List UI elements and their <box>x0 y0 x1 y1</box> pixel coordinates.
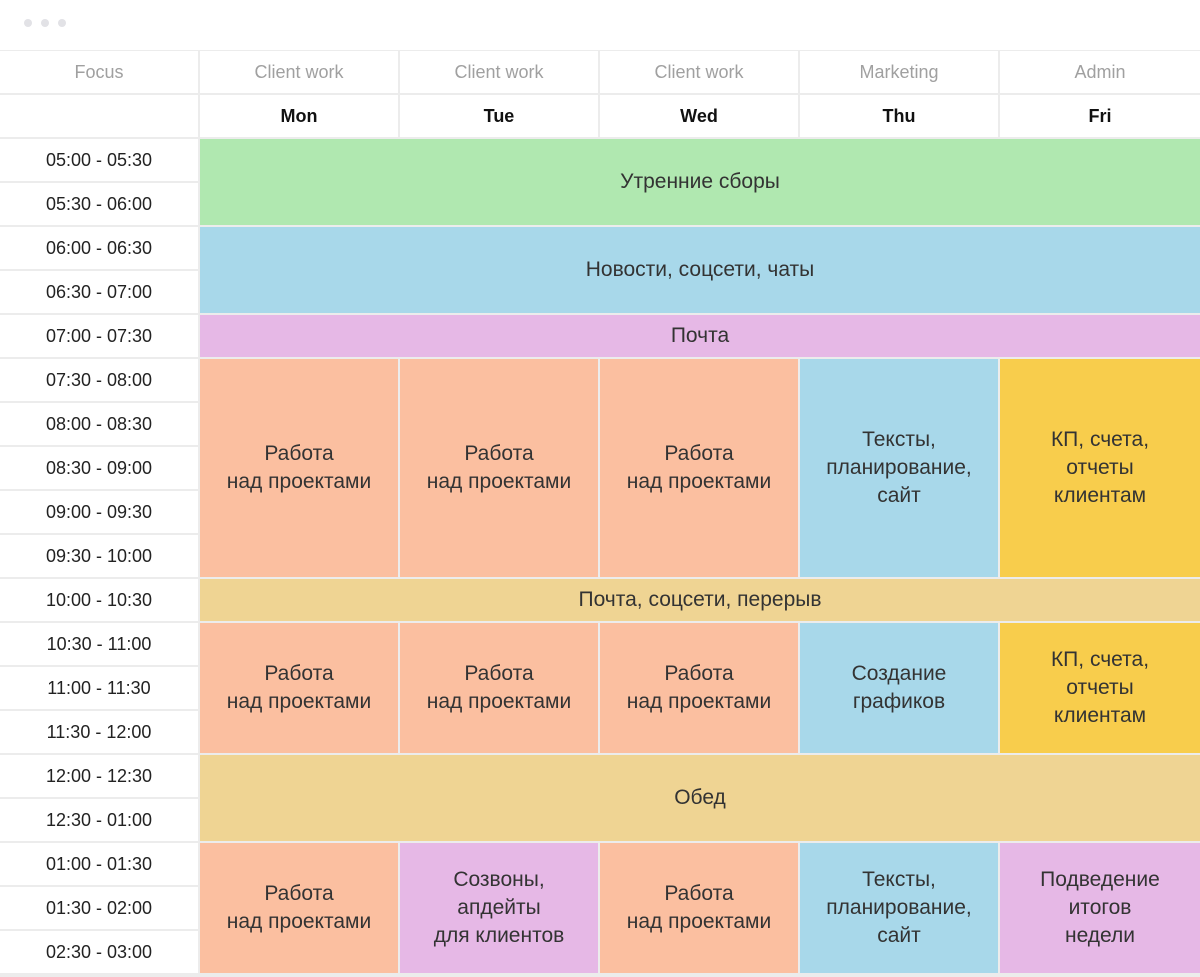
day-header-fri: Fri <box>1000 95 1200 137</box>
time-slot-label: 05:30 - 06:00 <box>0 183 198 225</box>
schedule-block[interactable]: Почта <box>200 315 1200 357</box>
time-slot-label: 09:30 - 10:00 <box>0 535 198 577</box>
schedule-block[interactable]: Работа над проектами <box>600 359 798 577</box>
schedule-block[interactable]: Почта, соцсети, перерыв <box>200 579 1200 621</box>
schedule-block[interactable]: Обед <box>200 755 1200 841</box>
schedule-block[interactable]: Создание графиков <box>800 623 998 753</box>
focus-header-wed: Client work <box>600 51 798 93</box>
schedule-block[interactable]: Работа над проектами <box>400 359 598 577</box>
window-dot-icon <box>24 19 32 27</box>
window-dot-icon <box>58 19 66 27</box>
schedule-block[interactable]: Новости, соцсети, чаты <box>200 227 1200 313</box>
day-header-mon: Mon <box>200 95 398 137</box>
focus-header-fri: Admin <box>1000 51 1200 93</box>
day-header-thu: Thu <box>800 95 998 137</box>
window-dot-icon <box>41 19 49 27</box>
day-header-wed: Wed <box>600 95 798 137</box>
time-slot-label: 09:00 - 09:30 <box>0 491 198 533</box>
time-slot-label: 08:30 - 09:00 <box>0 447 198 489</box>
time-slot-label: 07:30 - 08:00 <box>0 359 198 401</box>
time-slot-label: 11:00 - 11:30 <box>0 667 198 709</box>
schedule-block[interactable]: Работа над проектами <box>200 623 398 753</box>
time-slot-label: 01:30 - 02:00 <box>0 887 198 929</box>
window-controls <box>24 19 66 27</box>
time-slot-label: 06:00 - 06:30 <box>0 227 198 269</box>
day-header-tue: Tue <box>400 95 598 137</box>
focus-header-thu: Marketing <box>800 51 998 93</box>
time-slot-label: 12:30 - 01:00 <box>0 799 198 841</box>
schedule-grid: Focus Client work Mon Client work Tue Client… <box>0 50 1200 977</box>
time-slot-label: 08:00 - 08:30 <box>0 403 198 445</box>
focus-header-mon: Client work <box>200 51 398 93</box>
time-slot-label: 10:30 - 11:00 <box>0 623 198 665</box>
time-slot-label: 12:00 - 12:30 <box>0 755 198 797</box>
schedule-block[interactable]: Работа над проектами <box>600 843 798 973</box>
time-slot-label: 05:00 - 05:30 <box>0 139 198 181</box>
focus-header-tue: Client work <box>400 51 598 93</box>
time-slot-label: 06:30 - 07:00 <box>0 271 198 313</box>
schedule-block[interactable]: Работа над проектами <box>400 623 598 753</box>
schedule-block[interactable]: Созвоны, апдейты для клиентов <box>400 843 598 973</box>
time-slot-label: 11:30 - 12:00 <box>0 711 198 753</box>
time-slot-label: 07:00 - 07:30 <box>0 315 198 357</box>
focus-header: Focus <box>0 51 198 93</box>
time-header-blank <box>0 95 198 137</box>
schedule-block[interactable]: Подведение итогов недели <box>1000 843 1200 973</box>
schedule-block[interactable]: Работа над проектами <box>200 359 398 577</box>
schedule-block[interactable]: Работа над проектами <box>600 623 798 753</box>
time-slot-label: 10:00 - 10:30 <box>0 579 198 621</box>
time-slot-label: 02:30 - 03:00 <box>0 931 198 973</box>
schedule-block[interactable]: Тексты, планирование, сайт <box>800 843 998 973</box>
schedule-block[interactable]: Утренние сборы <box>200 139 1200 225</box>
time-slot-label: 01:00 - 01:30 <box>0 843 198 885</box>
schedule-block[interactable]: Работа над проектами <box>200 843 398 973</box>
schedule-block[interactable]: Тексты, планирование, сайт <box>800 359 998 577</box>
schedule-block[interactable]: КП, счета, отчеты клиентам <box>1000 359 1200 577</box>
schedule-block[interactable]: КП, счета, отчеты клиентам <box>1000 623 1200 753</box>
